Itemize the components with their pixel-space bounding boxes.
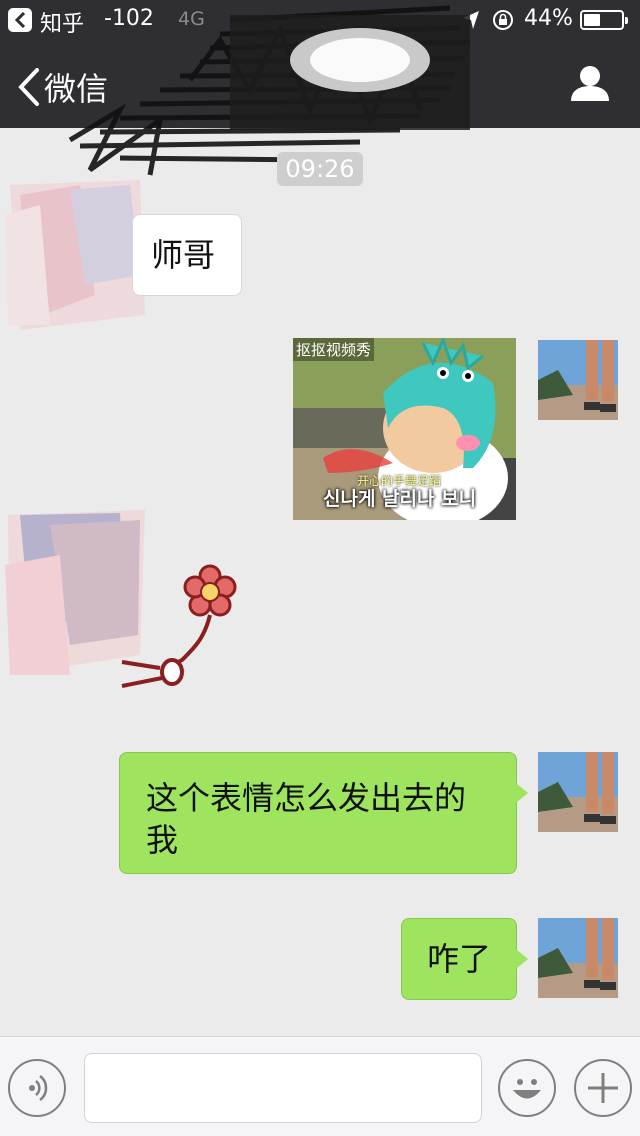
back-app-name[interactable]: 知乎 (40, 6, 84, 38)
back-label: 微信 (44, 70, 109, 108)
my-avatar[interactable] (538, 752, 618, 832)
network-type: 4G (178, 8, 205, 30)
rotation-lock-icon (492, 9, 514, 37)
message-input[interactable] (84, 1053, 482, 1123)
back-button[interactable]: 微信 (18, 64, 108, 110)
voice-icon (29, 1075, 48, 1101)
image-message[interactable]: 抠抠视频秀 开心的手舞足蹈 신나게 날리나 보니 (293, 338, 516, 520)
emoji-button[interactable] (498, 1059, 556, 1117)
image-watermark: 抠抠视频秀 (293, 338, 375, 361)
avatar-scribble-left-1 (5, 180, 145, 330)
message-text: 咋了 (426, 940, 491, 978)
battery-icon (580, 10, 628, 30)
image-caption: 신나게 날리나 보니 (323, 488, 477, 510)
time-stamp: 09:26 (277, 152, 363, 186)
battery-percent: 44% (524, 6, 573, 31)
person-icon (571, 66, 609, 101)
message-bubble-incoming[interactable]: 师哥 (132, 214, 243, 296)
message-bubble-outgoing[interactable]: 咋了 (401, 918, 528, 1000)
flower-sticker[interactable] (112, 560, 242, 695)
smiley-icon (513, 1079, 541, 1099)
input-bar (0, 1036, 640, 1136)
chat-info-button[interactable] (570, 64, 610, 106)
my-avatar[interactable] (538, 340, 618, 420)
location-arrow-icon (462, 10, 480, 36)
signal-strength: -102 (104, 6, 154, 31)
status-bar: 知乎 -102 4G 44% (0, 0, 640, 40)
back-to-app-icon[interactable] (8, 8, 32, 32)
more-actions-button[interactable] (574, 1059, 632, 1117)
battery-fill (584, 14, 600, 26)
plus-icon (588, 1073, 618, 1103)
message-text: 这个表情怎么发出去的我 (146, 779, 467, 859)
chevron-left-icon (18, 68, 39, 106)
my-avatar[interactable] (538, 918, 618, 998)
message-bubble-outgoing[interactable]: 这个表情怎么发出去的我 (119, 752, 528, 874)
voice-input-button[interactable] (8, 1059, 66, 1117)
nav-bar: 微信 (0, 40, 640, 128)
